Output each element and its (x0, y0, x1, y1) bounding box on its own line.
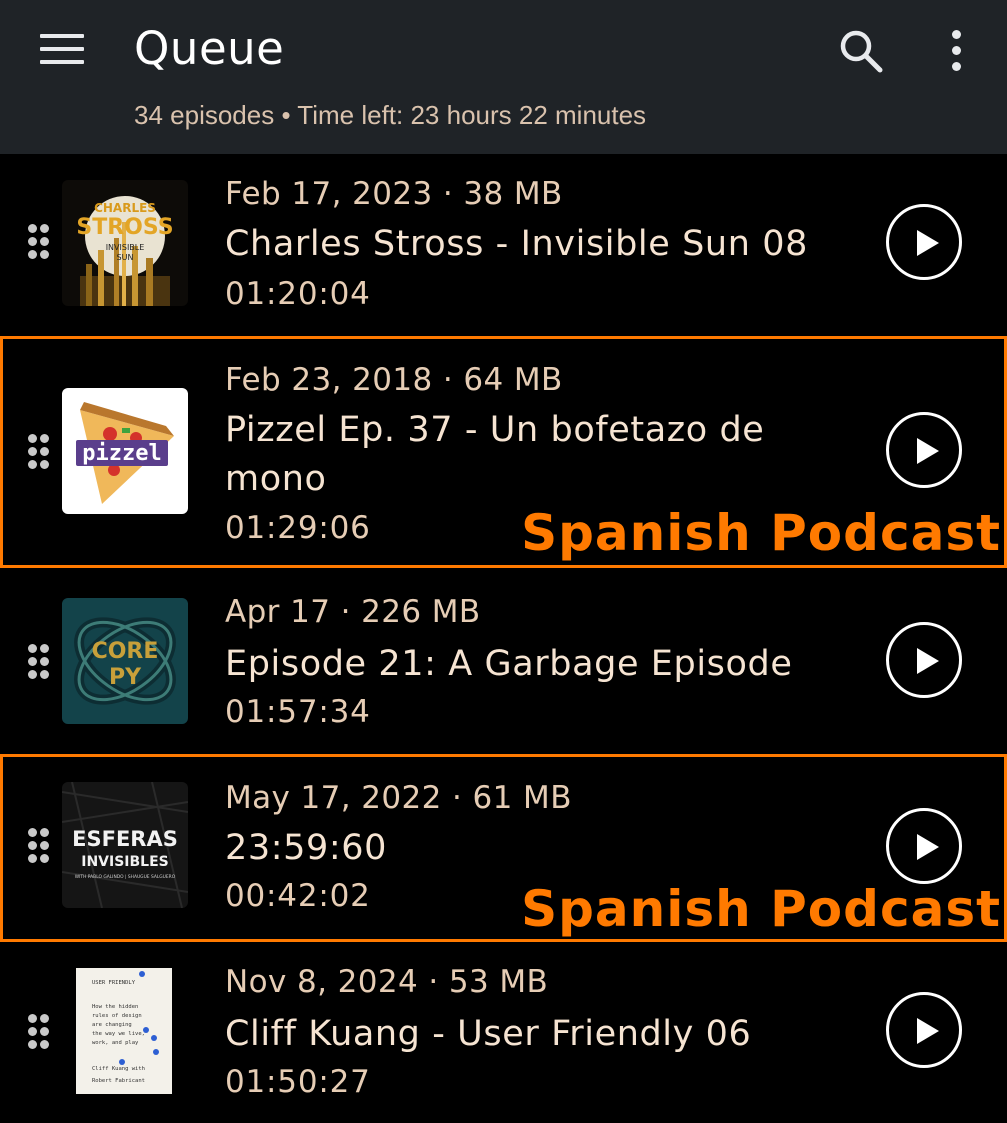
episode-cover-image: USER FRIENDLY How the hidden rules of de… (62, 968, 188, 1094)
annotation-label: Spanish Podcast (521, 880, 1001, 938)
cover-text: rules of design (92, 1013, 142, 1019)
cover-text: USER FRIENDLY (92, 980, 136, 986)
cover-text: work, and play (92, 1040, 139, 1046)
list-item[interactable]: USER FRIENDLY How the hidden rules of de… (0, 944, 1007, 1123)
play-button[interactable] (886, 622, 962, 698)
episode-title: Charles Stross - Invisible Sun 08 (225, 224, 808, 264)
menu-icon[interactable] (40, 34, 84, 64)
drag-handle-icon[interactable] (26, 1014, 52, 1054)
app-bar: Queue 34 episodes • Time left: 23 hours … (0, 0, 1007, 154)
queue-summary: 34 episodes • Time left: 23 hours 22 min… (134, 100, 647, 130)
more-options-icon[interactable] (940, 28, 974, 74)
cover-text: the way we live, (92, 1031, 145, 1037)
drag-handle-icon[interactable] (26, 644, 52, 684)
episode-duration: 01:57:34 (225, 694, 371, 730)
annotation-label: Spanish Podcast (521, 504, 1001, 562)
play-button[interactable] (886, 992, 962, 1068)
cover-text: are changing (92, 1022, 132, 1028)
cover-text: Cliff Kuang with (92, 1066, 145, 1072)
episode-duration: 01:20:04 (225, 276, 371, 312)
page-title: Queue (134, 22, 285, 75)
cover-text: How the hidden (92, 1004, 138, 1010)
cover-text: CORE (92, 639, 159, 664)
drag-handle-icon[interactable] (26, 224, 52, 264)
list-item[interactable]: CORE PY Apr 17 · 226 MB Episode 21: A Ga… (0, 570, 1007, 752)
episode-meta: Feb 17, 2023 · 38 MB (225, 176, 563, 212)
play-icon (917, 1018, 939, 1044)
play-icon (917, 230, 939, 256)
search-icon[interactable] (836, 26, 886, 76)
episode-title: Cliff Kuang - User Friendly 06 (225, 1014, 752, 1054)
list-item[interactable]: CHARLES STROSS INVISIBLE SUN Feb 17, 202… (0, 154, 1007, 334)
cover-text: Robert Fabricant (92, 1078, 145, 1084)
episode-cover-image: CORE PY (62, 598, 188, 724)
cover-text: CHARLES (94, 201, 156, 215)
episode-duration: 01:50:27 (225, 1064, 371, 1100)
cover-text: PY (109, 665, 142, 690)
episode-cover-image: CHARLES STROSS INVISIBLE SUN (62, 180, 188, 306)
cover-text: INVISIBLE (106, 243, 145, 252)
cover-text: STROSS (76, 215, 173, 240)
episode-title: Episode 21: A Garbage Episode (225, 644, 793, 684)
play-icon (917, 648, 939, 674)
cover-text: SUN (117, 253, 134, 262)
play-button[interactable] (886, 204, 962, 280)
episode-meta: Apr 17 · 226 MB (225, 594, 481, 630)
episode-meta: Nov 8, 2024 · 53 MB (225, 964, 549, 1000)
